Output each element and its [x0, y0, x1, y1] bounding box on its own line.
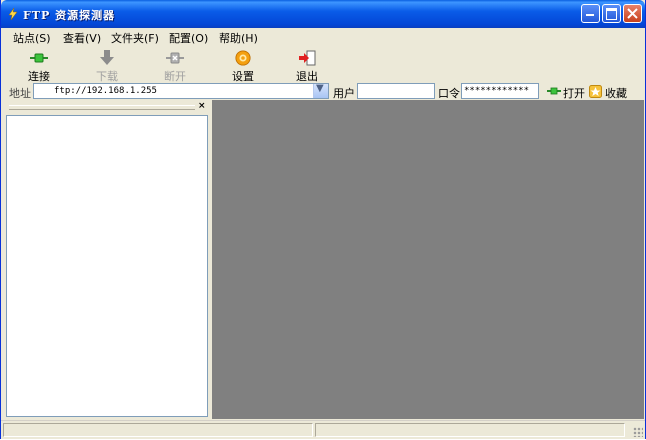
close-icon [627, 8, 638, 19]
exit-button[interactable]: 退出 [287, 48, 327, 83]
toolbar: 连接 下载 断开 设置 退出 [1, 46, 645, 83]
status-cell-main [3, 423, 313, 437]
favorites-label: 收藏 [605, 87, 627, 100]
maximize-icon [606, 8, 617, 20]
menu-help[interactable]: 帮助(H) [219, 30, 258, 46]
download-icon [100, 50, 114, 65]
maximize-button[interactable] [602, 4, 621, 23]
menu-view[interactable]: 查看(V) [63, 30, 101, 46]
user-label: 用户 [333, 87, 355, 100]
close-button[interactable] [623, 4, 642, 23]
address-label: 地址 [9, 87, 31, 100]
minimize-button[interactable] [581, 4, 600, 23]
password-label: 口令 [438, 87, 460, 100]
status-bar [1, 420, 645, 439]
folder-pane: × [5, 100, 211, 419]
address-dropdown-button[interactable]: ▼ [313, 83, 328, 98]
folder-tree[interactable] [6, 115, 208, 417]
menu-site[interactable]: 站点(S) [13, 30, 51, 46]
content-area[interactable] [212, 100, 644, 419]
address-combobox[interactable]: ftp://192.168.1.255 ▼ [33, 83, 329, 99]
chevron-down-icon: ▼ [316, 83, 324, 94]
minimize-icon [586, 14, 594, 16]
pane-grip[interactable] [9, 105, 195, 110]
settings-gear-icon [235, 50, 251, 66]
connect-small-icon [547, 87, 561, 95]
address-input[interactable]: ftp://192.168.1.255 [54, 86, 157, 96]
lightning-app-icon [8, 8, 18, 20]
exit-icon [299, 50, 316, 66]
resize-grip[interactable] [633, 427, 643, 437]
connect-button[interactable]: 连接 [19, 48, 59, 83]
menu-config[interactable]: 配置(O) [169, 30, 208, 46]
password-input[interactable]: ************ [461, 83, 539, 99]
menu-folder[interactable]: 文件夹(F) [111, 30, 159, 46]
disconnect-icon [166, 52, 184, 64]
connect-icon [30, 53, 48, 63]
download-button[interactable]: 下载 [87, 48, 127, 83]
disconnect-button[interactable]: 断开 [155, 48, 195, 83]
open-label: 打开 [563, 87, 585, 100]
pane-close-icon[interactable]: × [198, 101, 206, 111]
user-input[interactable] [357, 83, 435, 99]
settings-button[interactable]: 设置 [223, 48, 263, 83]
menu-bar: 站点(S) 查看(V) 文件夹(F) 配置(O) 帮助(H) [1, 28, 645, 46]
address-bar: 地址 ftp://192.168.1.255 ▼ 用户 口令 *********… [1, 82, 645, 100]
app-window: FTP 资源探测器 站点(S) 查看(V) 文件夹(F) 配置(O) 帮助(H)… [0, 0, 646, 439]
title-bar[interactable]: FTP 资源探测器 [1, 0, 645, 28]
status-cell-secondary [315, 423, 625, 437]
folder-pane-header[interactable]: × [5, 100, 211, 114]
window-title: FTP 资源探测器 [23, 9, 116, 22]
favorites-icon [589, 85, 602, 98]
